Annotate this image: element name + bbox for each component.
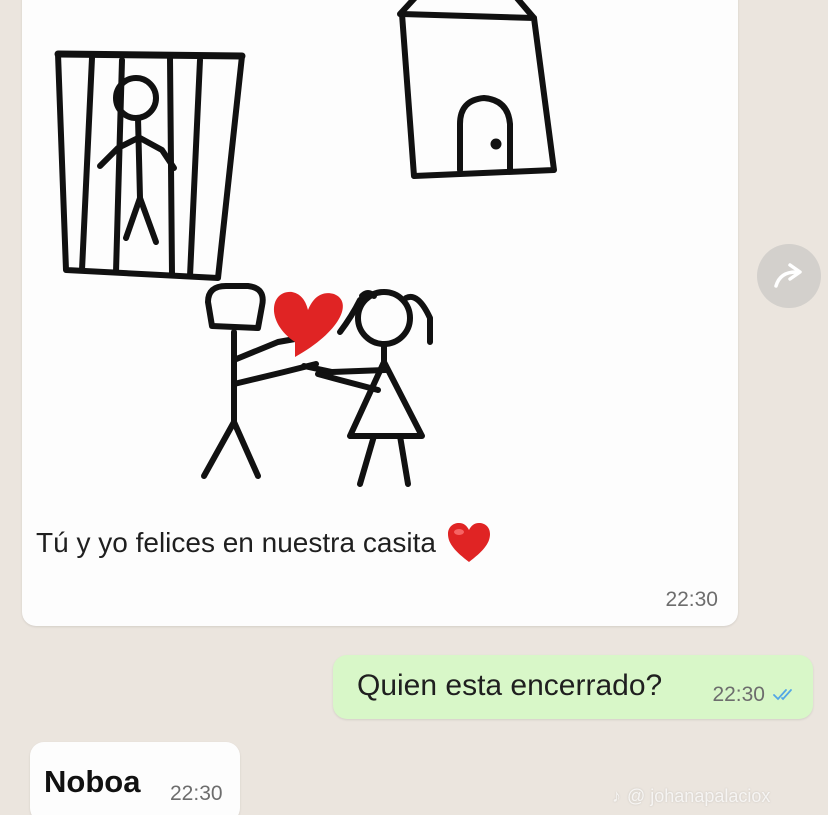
outgoing-message-bubble[interactable]: Quien esta encerrado? 22:30 [333,655,813,719]
message-meta: 22:30 [712,683,797,707]
caption-text: Tú y yo felices en nuestra casita [36,527,436,558]
watermark: ♪ @ johanapalaciox [612,786,770,807]
message-time: 22:30 [170,782,223,805]
tiktok-icon: ♪ [612,786,621,806]
jail-drawing [54,50,246,281]
image-caption: Tú y yo felices en nuestra casita [36,522,492,564]
chat-screen: Tú y yo felices en nuestra casita 22:30 … [0,0,828,815]
house-drawing [397,0,557,179]
heart-drawing [273,291,343,357]
message-time: 22:30 [665,588,718,611]
double-check-icon [773,689,792,701]
message-time: 22:30 [712,683,765,706]
watermark-handle: @ johanapalaciox [627,786,771,806]
red-heart-icon [446,522,492,564]
message-text: Noboa [44,764,141,799]
forward-arrow-icon [774,263,802,288]
message-text: Quien esta encerrado? [357,669,663,702]
forward-button[interactable] [757,244,821,308]
image-message-bubble[interactable]: Tú y yo felices en nuestra casita 22:30 [22,0,738,626]
incoming-message-bubble[interactable]: Noboa 22:30 [30,742,240,815]
